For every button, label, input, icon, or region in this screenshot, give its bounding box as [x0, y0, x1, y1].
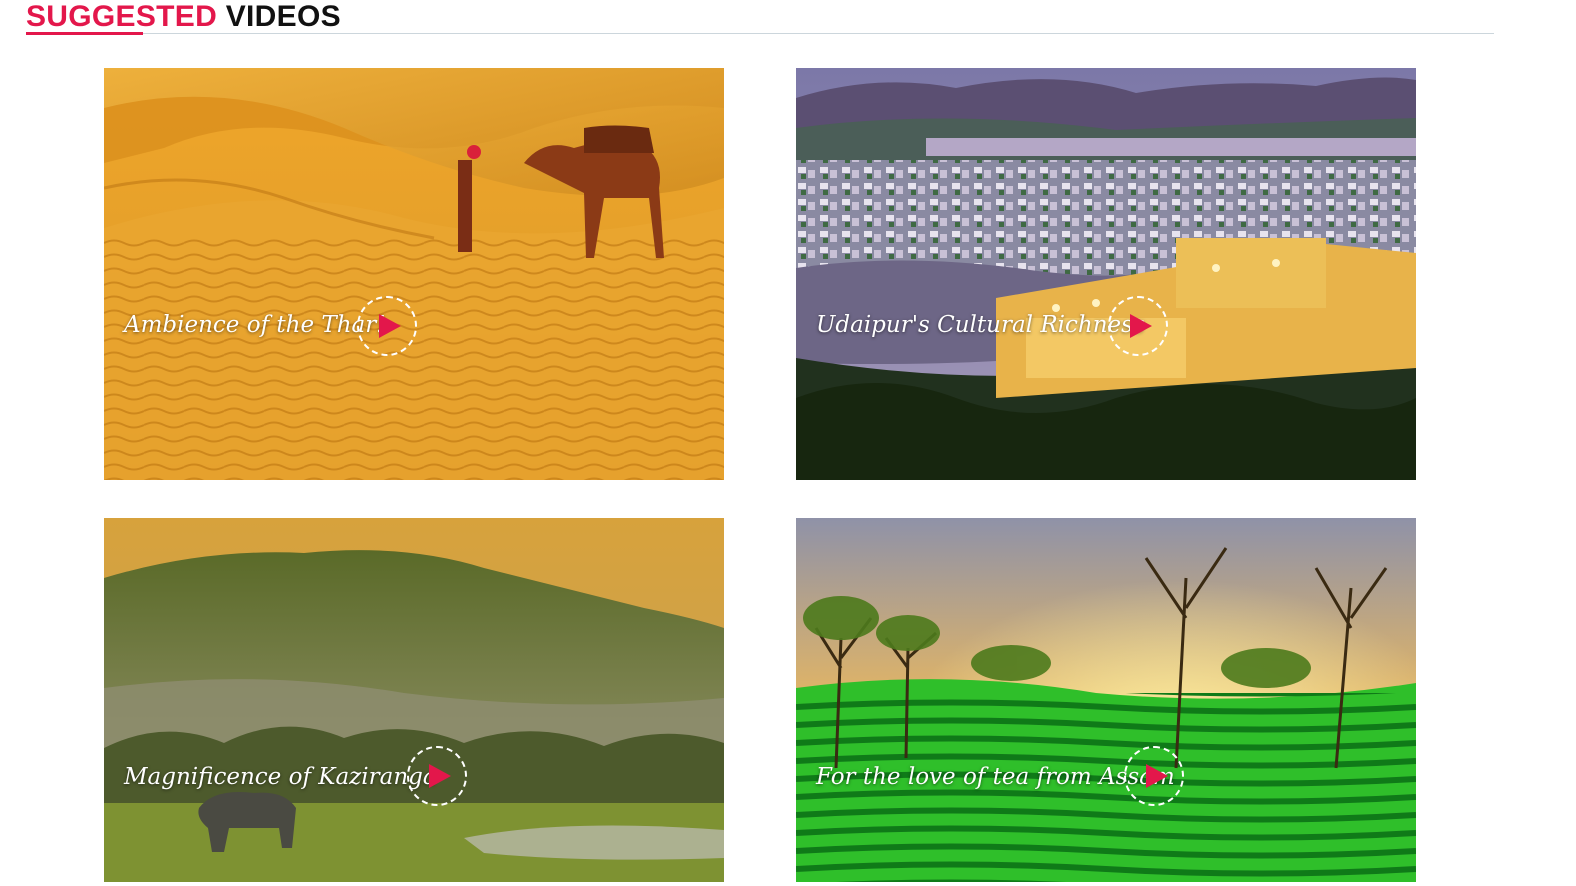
header-divider [26, 33, 1494, 34]
section-title: SUGGESTED VIDEOS [26, 0, 341, 34]
video-card-assam-tea[interactable]: For the love of tea from Assam [796, 518, 1416, 882]
play-button[interactable] [1108, 296, 1168, 356]
video-caption: Udaipur's Cultural Richness [816, 312, 1145, 338]
video-title: For the love of tea from Assam [816, 764, 1175, 790]
section-title-main: VIDEOS [225, 0, 341, 33]
video-caption: For the love of tea from Assam [816, 764, 1175, 790]
section-header: SUGGESTED VIDEOS [26, 0, 1494, 36]
play-button[interactable] [357, 296, 417, 356]
suggested-videos-page: SUGGESTED VIDEOS Ambience of the Thar! U… [0, 0, 1576, 886]
video-card-kaziranga[interactable]: Magnificence of Kaziranga [104, 518, 724, 882]
video-caption: Ambience of the Thar! [124, 312, 385, 338]
play-button[interactable] [1124, 746, 1184, 806]
video-thumbnail-desert [104, 68, 724, 480]
video-thumbnail-forest [104, 518, 724, 882]
video-title: Magnificence of Kaziranga [124, 764, 437, 790]
video-title: Udaipur's Cultural Richness [816, 312, 1145, 338]
video-thumbnail-city [796, 68, 1416, 480]
video-caption: Magnificence of Kaziranga [124, 764, 437, 790]
video-card-udaipur[interactable]: Udaipur's Cultural Richness [796, 68, 1416, 480]
section-title-accent: SUGGESTED [26, 0, 218, 33]
play-icon [379, 314, 401, 338]
video-card-thar[interactable]: Ambience of the Thar! [104, 68, 724, 480]
play-icon [1146, 764, 1168, 788]
header-divider-accent [26, 32, 143, 35]
play-button[interactable] [407, 746, 467, 806]
play-icon [429, 764, 451, 788]
play-icon [1130, 314, 1152, 338]
video-title: Ambience of the Thar! [124, 312, 386, 338]
video-thumbnail-tea-garden [796, 518, 1416, 882]
